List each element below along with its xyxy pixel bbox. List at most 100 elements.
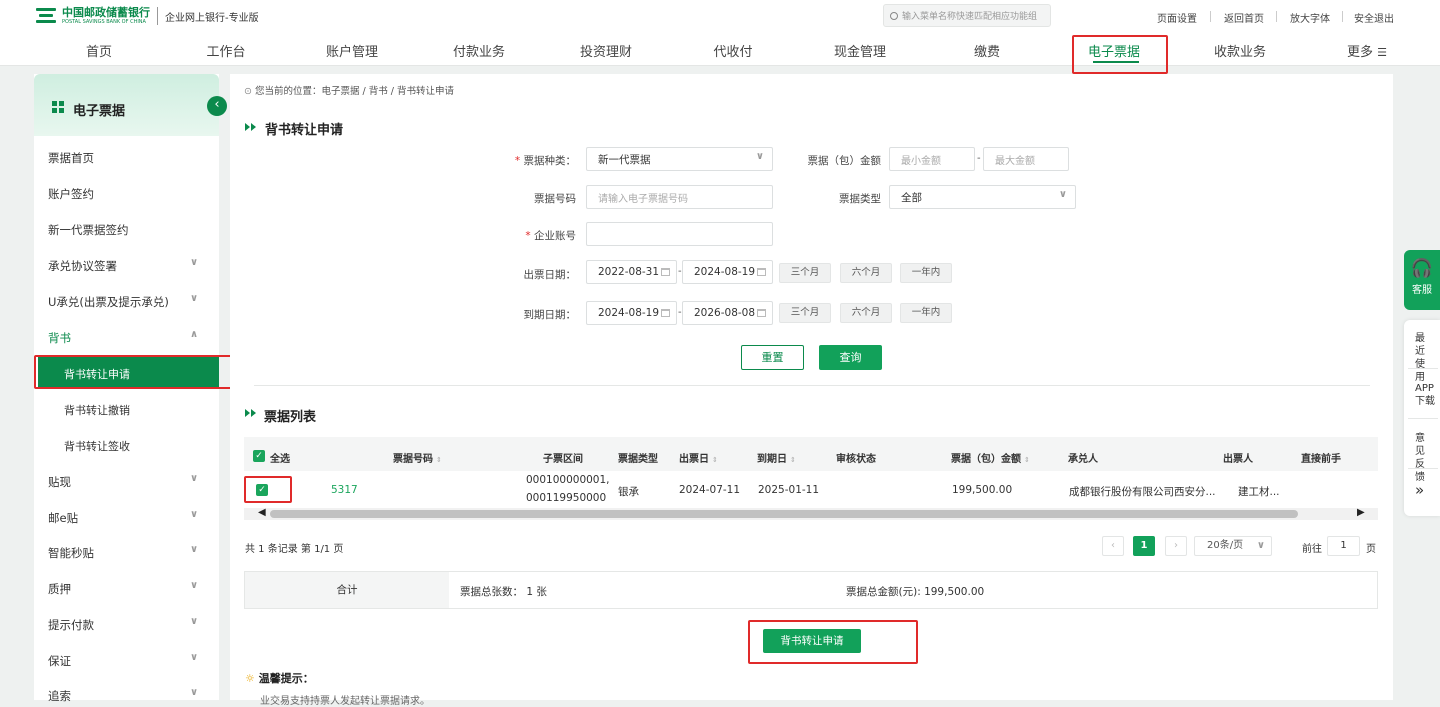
- sort-icon: ⇕: [712, 456, 718, 464]
- cell-bill-type: 银承: [618, 486, 639, 498]
- calendar-icon: [661, 268, 670, 276]
- recent-use-button[interactable]: 最近使用: [1415, 332, 1431, 384]
- nav-more[interactable]: 更多 ☰: [1327, 41, 1387, 60]
- highlight-box-sidebar: [34, 355, 232, 389]
- page-settings-link[interactable]: 页面设置: [1157, 10, 1197, 25]
- nav-receivables[interactable]: 收款业务: [1200, 41, 1280, 60]
- page-size-select[interactable]: 20条/页 ∨: [1194, 536, 1272, 556]
- bill-no-label: 票据号码: [534, 193, 576, 205]
- nav-fees[interactable]: 缴费: [947, 41, 1027, 60]
- chevron-down-icon: ∨: [190, 509, 199, 520]
- due-3-months-button[interactable]: 三个月: [779, 303, 831, 323]
- sort-icon: ⇕: [436, 456, 442, 464]
- calendar-icon: [757, 309, 766, 317]
- col-amount[interactable]: 票据（包）金额 ⇕: [951, 450, 1030, 465]
- menu-lines-icon: ☰: [1377, 46, 1387, 59]
- prev-page-button[interactable]: ‹: [1102, 536, 1124, 556]
- bank-subtitle: 企业网上银行-专业版: [165, 12, 259, 24]
- cell-bill-no[interactable]: 5317: [331, 484, 358, 496]
- form-section-title: 背书转让申请: [265, 123, 344, 138]
- bank-name-en: POSTAL SAVINGS BANK OF CHINA: [62, 18, 146, 25]
- due-1-year-button[interactable]: 一年内: [900, 303, 952, 323]
- issue-date-from[interactable]: 2022-08-31: [586, 260, 677, 284]
- page-1-button[interactable]: 1: [1133, 536, 1155, 556]
- cell-amount: 199,500.00: [952, 484, 1013, 496]
- nav-cash-management[interactable]: 现金管理: [820, 41, 900, 60]
- chevron-down-icon: ∨: [190, 652, 199, 663]
- enlarge-font-link[interactable]: 放大字体: [1290, 10, 1330, 25]
- nav-payment[interactable]: 付款业务: [439, 41, 519, 60]
- account-select[interactable]: [586, 222, 773, 246]
- col-issue-date[interactable]: 出票日 ⇕: [679, 450, 718, 465]
- bill-type-select[interactable]: 全部 ∨: [889, 185, 1076, 209]
- chevron-down-icon: ∨: [755, 151, 764, 162]
- amount-max-input[interactable]: 最大金额: [983, 147, 1069, 171]
- bill-kind-select[interactable]: 新一代票据 ∨: [586, 147, 773, 171]
- sort-icon: ⇕: [790, 456, 796, 464]
- cell-sub-range-start: 000100000001,: [526, 474, 610, 486]
- bank-logo[interactable]: 中国邮政储蓄银行 POSTAL SAVINGS BANK OF CHINA 企业…: [36, 6, 259, 26]
- customer-service-button[interactable]: 🎧 客服: [1404, 250, 1440, 310]
- chevron-down-icon: ∨: [190, 293, 199, 304]
- col-bill-no[interactable]: 票据号码 ⇕: [393, 450, 442, 465]
- issue-date-label: 出票日期：: [523, 269, 577, 281]
- logout-link[interactable]: 安全退出: [1354, 10, 1394, 25]
- query-button[interactable]: 查询: [819, 345, 882, 370]
- float-panel: 最近使用 APP下载 意见反馈 »: [1404, 320, 1440, 516]
- menu-search-input[interactable]: 输入菜单名称快速匹配相应功能组: [883, 4, 1051, 27]
- due-6-months-button[interactable]: 六个月: [840, 303, 892, 323]
- scroll-left-icon[interactable]: ◀: [258, 507, 266, 518]
- select-all-checkbox[interactable]: ✓: [253, 450, 265, 462]
- cell-acceptor: 成都银行股份有限公司西安分...: [1069, 486, 1216, 498]
- nav-workbench[interactable]: 工作台: [186, 41, 266, 60]
- col-sub-range: 子票区间: [543, 454, 583, 465]
- sidebar-collapse-button[interactable]: ‹: [207, 96, 227, 116]
- records-summary: 共 1 条记录 第 1/1 页: [245, 544, 344, 555]
- col-previous-holder: 直接前手: [1301, 454, 1341, 465]
- amount-min-input[interactable]: 最小金额: [889, 147, 975, 171]
- chevron-down-icon: ∨: [190, 687, 199, 698]
- totals-label: 合计: [245, 572, 449, 608]
- reset-button[interactable]: 重置: [741, 345, 804, 370]
- goto-page-input[interactable]: 1: [1327, 536, 1360, 556]
- search-placeholder: 输入菜单名称快速匹配相应功能组: [902, 12, 1038, 22]
- issue-date-to[interactable]: 2024-08-19: [682, 260, 773, 284]
- due-date-from[interactable]: 2024-08-19: [586, 301, 677, 325]
- issue-3-months-button[interactable]: 三个月: [779, 263, 831, 283]
- list-section-title: 票据列表: [264, 410, 317, 425]
- goto-label: 前往: [1302, 544, 1322, 555]
- cell-issue-date: 2024-07-11: [679, 484, 741, 496]
- col-due-date[interactable]: 到期日 ⇕: [757, 450, 796, 465]
- scrollbar-thumb[interactable]: [270, 510, 1298, 518]
- issue-6-months-button[interactable]: 六个月: [840, 263, 892, 283]
- nav-investment[interactable]: 投资理财: [566, 41, 646, 60]
- next-page-button[interactable]: ›: [1165, 536, 1187, 556]
- app-download-button[interactable]: APP下载: [1415, 382, 1437, 408]
- nav-collection-payment[interactable]: 代收付: [693, 41, 773, 60]
- col-review-status: 审核状态: [836, 454, 876, 465]
- chevron-up-icon: ∧: [190, 329, 199, 340]
- page-suffix: 页: [1366, 544, 1376, 555]
- chevron-down-icon: ∨: [1058, 189, 1067, 200]
- issue-1-year-button[interactable]: 一年内: [900, 263, 952, 283]
- headset-icon: 🎧: [1410, 258, 1434, 279]
- cell-drawer: 建工材...: [1238, 486, 1280, 498]
- bill-kind-label: * 票据种类：: [514, 155, 576, 167]
- bill-no-input[interactable]: 请输入电子票据号码: [586, 185, 773, 209]
- breadcrumb: ⊙ 您当前的位置：电子票据 / 背书 / 背书转让申请: [244, 86, 454, 97]
- search-icon: [890, 11, 898, 20]
- nav-home[interactable]: 首页: [59, 41, 139, 60]
- col-acceptor: 承兑人: [1068, 454, 1098, 465]
- return-home-link[interactable]: 返回首页: [1224, 10, 1264, 25]
- totals-row: 合计: [244, 571, 1378, 609]
- highlight-box-submit: [748, 620, 918, 664]
- feedback-button[interactable]: 意见反馈: [1415, 432, 1431, 484]
- col-drawer: 出票人: [1223, 454, 1253, 465]
- chevron-down-icon: ∨: [190, 257, 199, 268]
- sort-icon: ⇕: [1024, 456, 1030, 464]
- chevron-down-icon: ∨: [190, 473, 199, 484]
- scroll-right-icon[interactable]: ▶: [1357, 507, 1365, 518]
- nav-account-management[interactable]: 账户管理: [312, 41, 392, 60]
- due-date-to[interactable]: 2026-08-08: [682, 301, 773, 325]
- expand-icon[interactable]: »: [1415, 483, 1424, 498]
